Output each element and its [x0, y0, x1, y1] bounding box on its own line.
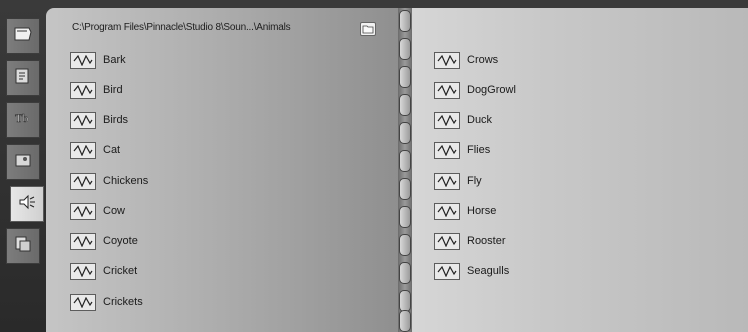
- browse-folder-button[interactable]: [360, 22, 376, 36]
- sound-item-label: Crows: [467, 54, 499, 66]
- sound-item-horse[interactable]: Horse: [434, 201, 496, 221]
- sound-item-bark[interactable]: Bark: [70, 50, 126, 70]
- sound-item-cow[interactable]: Cow: [70, 201, 125, 221]
- sound-item-flies[interactable]: Flies: [434, 140, 490, 160]
- sound-wave-icon: [70, 111, 96, 129]
- binder-ring: [399, 310, 411, 332]
- sound-item-cat[interactable]: Cat: [70, 140, 120, 160]
- binder-ring: [399, 290, 411, 312]
- tab-sound-effects[interactable]: [10, 186, 44, 222]
- sound-item-label: Flies: [467, 144, 491, 156]
- photo-icon: [12, 149, 34, 176]
- sound-item-label: Cow: [103, 205, 126, 217]
- sound-wave-icon: [70, 293, 96, 311]
- sound-item-label: Rooster: [467, 235, 506, 247]
- binder-ring: [399, 94, 411, 116]
- film-icon: [12, 23, 34, 50]
- sound-item-crows[interactable]: Crows: [434, 50, 498, 70]
- sound-item-label: Bird: [103, 84, 123, 96]
- sound-item-cricket[interactable]: Cricket: [70, 261, 137, 281]
- speaker-icon: [16, 191, 38, 218]
- binder-ring: [399, 66, 411, 88]
- sound-wave-icon: [70, 232, 96, 250]
- sound-item-rooster[interactable]: Rooster: [434, 231, 506, 251]
- binder-ring: [399, 262, 411, 284]
- tab-menus[interactable]: [6, 228, 40, 264]
- sound-item-seagulls[interactable]: Seagulls: [434, 261, 509, 281]
- tab-photos[interactable]: [6, 144, 40, 180]
- sound-wave-icon: [70, 172, 96, 190]
- sound-item-chickens[interactable]: Chickens: [70, 171, 148, 191]
- binder-ring: [399, 122, 411, 144]
- sound-item-fly[interactable]: Fly: [434, 171, 482, 191]
- binder-ring: [399, 38, 411, 60]
- sound-wave-icon: [434, 202, 460, 220]
- title-icon: Tb: [12, 107, 34, 134]
- sound-item-label: Bark: [103, 54, 126, 66]
- sound-item-label: Birds: [103, 114, 129, 126]
- sound-item-bird[interactable]: Bird: [70, 80, 123, 100]
- sound-wave-icon: [434, 81, 460, 99]
- sound-wave-icon: [70, 202, 96, 220]
- sound-wave-icon: [70, 262, 96, 280]
- sound-item-doggrowl[interactable]: DogGrowl: [434, 80, 516, 100]
- album-right-page: Crows DogGrowl Duck Flies Fly Horse Roos…: [412, 8, 748, 332]
- sound-item-label: Chickens: [103, 175, 149, 187]
- sound-item-label: Horse: [467, 205, 497, 217]
- sound-wave-icon: [70, 81, 96, 99]
- binder-ring: [399, 178, 411, 200]
- sound-item-label: Cricket: [103, 265, 138, 277]
- sound-item-label: Cat: [103, 144, 121, 156]
- binder-ring: [399, 234, 411, 256]
- sound-item-label: Seagulls: [467, 265, 510, 277]
- sound-item-birds[interactable]: Birds: [70, 110, 128, 130]
- sound-wave-icon: [434, 232, 460, 250]
- album-spine: [398, 8, 412, 332]
- binder-ring: [399, 10, 411, 32]
- sound-item-coyote[interactable]: Coyote: [70, 231, 138, 251]
- sound-item-crickets[interactable]: Crickets: [70, 292, 143, 312]
- sound-item-label: Crickets: [103, 296, 143, 308]
- disc-menu-icon: [12, 233, 34, 260]
- sound-wave-icon: [434, 51, 460, 69]
- album-left-page: C:\Program Files\Pinnacle\Studio 8\Soun.…: [46, 8, 398, 332]
- folder-path: C:\Program Files\Pinnacle\Studio 8\Soun.…: [72, 22, 291, 33]
- album-tabs: Tb: [6, 18, 44, 328]
- tab-transitions[interactable]: [6, 60, 40, 96]
- binder-ring: [399, 150, 411, 172]
- sound-wave-icon: [434, 262, 460, 280]
- sound-item-label: Duck: [467, 114, 493, 126]
- sound-wave-icon: [434, 141, 460, 159]
- sound-item-duck[interactable]: Duck: [434, 110, 492, 130]
- svg-text:Tb: Tb: [15, 111, 28, 125]
- sound-wave-icon: [70, 51, 96, 69]
- album-window: Tb C:\Program Files\Pinnacle\Studio 8\So…: [0, 0, 748, 332]
- sound-wave-icon: [434, 172, 460, 190]
- tab-titles[interactable]: Tb: [6, 102, 40, 138]
- transition-icon: [12, 65, 34, 92]
- sound-item-label: DogGrowl: [467, 84, 516, 96]
- sound-item-label: Fly: [467, 175, 482, 187]
- folder-icon: [361, 23, 375, 35]
- binder-ring: [399, 206, 411, 228]
- sound-wave-icon: [434, 111, 460, 129]
- tab-video[interactable]: [6, 18, 40, 54]
- sound-wave-icon: [70, 141, 96, 159]
- sound-item-label: Coyote: [103, 235, 138, 247]
